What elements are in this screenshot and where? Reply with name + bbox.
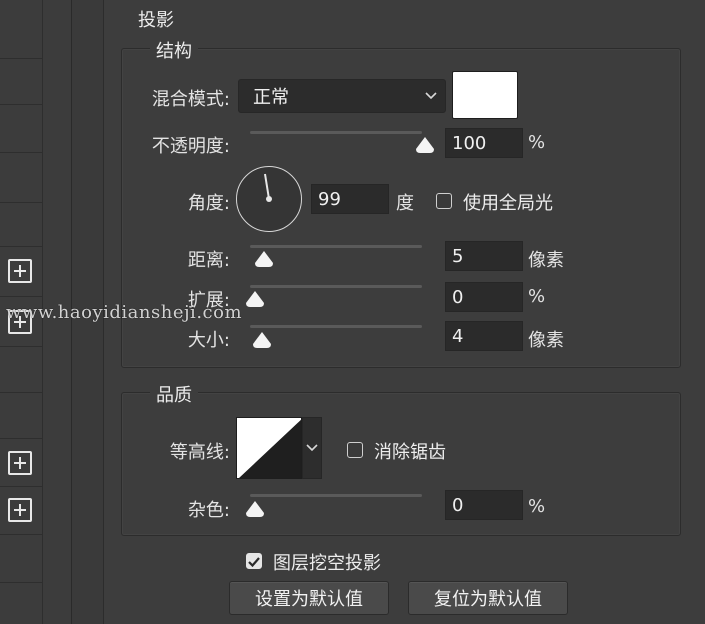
spread-input[interactable]: 0 [445,282,523,312]
structure-legend: 结构 [150,37,198,63]
contour-label: 等高线: [169,442,230,463]
use-global-light-label: 使用全局光 [463,193,553,214]
spread-slider-thumb[interactable] [245,290,265,308]
angle-needle-icon [264,173,272,202]
spread-unit: % [528,286,546,307]
contour-dropdown-button[interactable] [302,417,322,479]
add-effect-button[interactable] [8,451,32,475]
distance-slider-track[interactable] [250,245,422,248]
chevron-down-icon [425,92,437,100]
anti-alias-label: 消除锯齿 [374,442,446,463]
noise-slider-thumb[interactable] [245,500,265,518]
contour-preview[interactable] [236,417,302,479]
opacity-slider-thumb[interactable] [415,136,435,154]
make-default-button[interactable]: 设置为默认值 [229,581,389,615]
blend-mode-value: 正常 [253,87,289,108]
chevron-down-icon [306,444,318,452]
checkmark-icon [248,557,260,568]
noise-input[interactable]: 0 [445,490,523,520]
list-divider [0,438,43,439]
list-divider [0,58,43,59]
use-global-light-checkbox[interactable] [436,193,452,209]
size-slider-thumb[interactable] [252,331,272,349]
opacity-slider-track[interactable] [250,131,422,134]
blend-mode-label: 混合模式: [151,89,230,110]
distance-label: 距离: [187,250,230,271]
list-divider [0,534,43,535]
distance-unit: 像素 [528,250,564,271]
layer-knockout-label: 图层挖空投影 [273,553,381,574]
angle-unit: 度 [396,193,414,214]
size-input[interactable]: 4 [445,321,523,351]
opacity-label: 不透明度: [151,136,230,157]
shadow-color-swatch[interactable] [452,71,518,119]
list-divider [0,246,43,247]
angle-label: 角度: [187,193,230,214]
list-divider [0,582,43,583]
watermark-text: www.haoyidiansheji.com [6,302,243,323]
size-slider-track[interactable] [250,325,422,328]
list-divider [0,392,43,393]
size-label: 大小: [187,330,230,351]
list-divider [0,202,43,203]
anti-alias-checkbox[interactable] [347,442,363,458]
noise-unit: % [528,496,546,517]
plus-icon [14,457,26,469]
distance-slider-thumb[interactable] [254,250,274,268]
noise-label: 杂色: [187,500,230,521]
add-effect-button[interactable] [8,259,32,283]
opacity-input[interactable]: 100 [445,128,523,158]
plus-icon [14,265,26,277]
quality-legend: 品质 [150,381,198,407]
section-title: 投影 [138,10,174,31]
contour-curve-icon [237,418,301,478]
distance-input[interactable]: 5 [445,241,523,271]
list-divider [0,346,43,347]
blend-mode-select[interactable]: 正常 [238,79,446,113]
plus-icon [14,504,26,516]
list-divider [0,486,43,487]
angle-input[interactable]: 99 [311,184,389,214]
list-divider [0,296,43,297]
size-unit: 像素 [528,330,564,351]
reset-default-button[interactable]: 复位为默认值 [408,581,568,615]
spread-slider-track[interactable] [250,285,422,288]
list-divider [0,104,43,105]
angle-dial[interactable] [236,166,302,232]
list-divider [0,152,43,153]
add-effect-button[interactable] [8,498,32,522]
layer-knockout-checkbox[interactable] [246,553,262,569]
noise-slider-track[interactable] [250,494,422,497]
opacity-unit: % [528,132,546,153]
